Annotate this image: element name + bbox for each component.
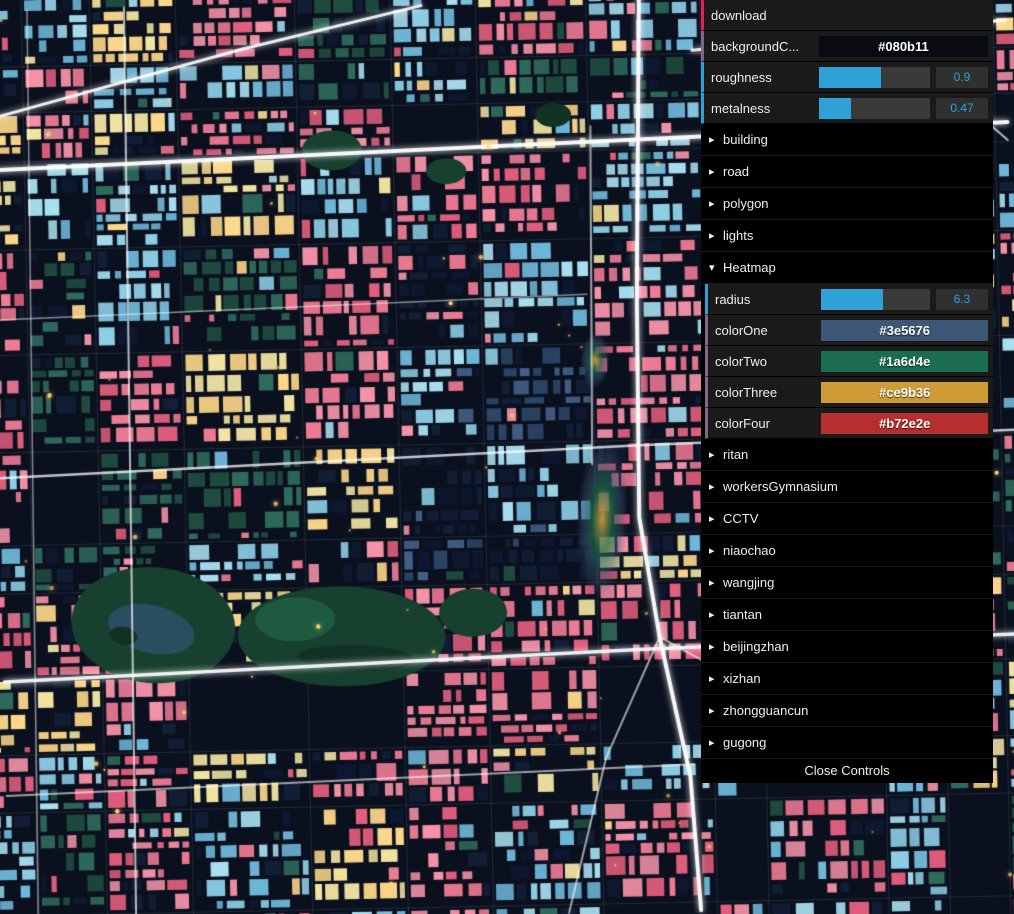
chevron-right-icon xyxy=(709,576,723,589)
color-hex-value: #ce9b36 xyxy=(879,384,931,400)
control-label: colorFour xyxy=(715,415,770,431)
control-label: roughness xyxy=(711,69,772,85)
chevron-right-icon xyxy=(709,165,723,178)
folder-label: lights xyxy=(723,228,754,243)
control-label: metalness xyxy=(711,100,771,116)
metalness-slider[interactable] xyxy=(818,97,930,119)
control-label: download xyxy=(711,7,767,23)
color-swatch[interactable]: #080b11 xyxy=(818,35,988,57)
slider-fill xyxy=(818,97,852,119)
folder-label: Heatmap xyxy=(723,260,776,275)
color-swatch[interactable]: #1a6d4e xyxy=(821,350,988,372)
roughness-slider[interactable] xyxy=(818,66,930,88)
dat-gui-panel: download backgroundC... #080b11 roughnes… xyxy=(701,0,993,783)
control-download[interactable]: download xyxy=(701,0,993,31)
folder-heatmap[interactable]: Heatmap xyxy=(701,252,993,284)
folder-tiantan[interactable]: tiantan xyxy=(701,599,993,631)
control-label: colorThree xyxy=(715,384,778,400)
color-swatch[interactable]: #3e5676 xyxy=(821,319,988,341)
folder-lights[interactable]: lights xyxy=(701,220,993,252)
folder-label: beijingzhan xyxy=(723,639,789,654)
control-label: radius xyxy=(715,291,751,307)
roughness-value-input[interactable] xyxy=(936,66,988,88)
chevron-right-icon xyxy=(709,512,723,525)
chevron-right-icon xyxy=(709,672,723,685)
folder-zhongguancun[interactable]: zhongguancun xyxy=(701,695,993,727)
folder-label: zhongguancun xyxy=(723,703,809,718)
folder-niaochao[interactable]: niaochao xyxy=(701,535,993,567)
control-color-four: colorFour #b72e2e xyxy=(705,408,993,439)
control-background-color: backgroundC... #080b11 xyxy=(701,31,993,62)
folder-label: niaochao xyxy=(723,543,776,558)
folder-workers-gymnasium[interactable]: workersGymnasium xyxy=(701,471,993,503)
control-metalness: metalness xyxy=(701,93,993,124)
chevron-down-icon xyxy=(709,261,723,274)
chevron-right-icon xyxy=(709,704,723,717)
chevron-right-icon xyxy=(709,544,723,557)
chevron-right-icon xyxy=(709,640,723,653)
slider-fill xyxy=(818,66,882,88)
chevron-right-icon xyxy=(709,736,723,749)
radius-value-input[interactable] xyxy=(936,288,988,310)
control-color-three: colorThree #ce9b36 xyxy=(705,377,993,408)
folder-cctv[interactable]: CCTV xyxy=(701,503,993,535)
app-stage: download backgroundC... #080b11 roughnes… xyxy=(0,0,1014,914)
folder-gugong[interactable]: gugong xyxy=(701,727,993,759)
control-label: colorOne xyxy=(715,322,768,338)
control-radius: radius xyxy=(705,284,993,315)
folder-label: building xyxy=(723,132,768,147)
folder-xizhan[interactable]: xizhan xyxy=(701,663,993,695)
folder-label: tiantan xyxy=(723,607,763,622)
control-roughness: roughness xyxy=(701,62,993,93)
chevron-right-icon xyxy=(709,608,723,621)
control-label: colorTwo xyxy=(715,353,768,369)
radius-slider[interactable] xyxy=(821,288,930,310)
control-color-two: colorTwo #1a6d4e xyxy=(705,346,993,377)
folder-label: gugong xyxy=(723,735,767,750)
color-swatch[interactable]: #ce9b36 xyxy=(821,381,988,403)
folder-label: wangjing xyxy=(723,575,775,590)
folder-label: xizhan xyxy=(723,671,761,686)
folder-label: ritan xyxy=(723,447,749,462)
chevron-right-icon xyxy=(709,197,723,210)
folder-label: polygon xyxy=(723,196,769,211)
folder-label: CCTV xyxy=(723,511,759,526)
folder-road[interactable]: road xyxy=(701,156,993,188)
folder-building[interactable]: building xyxy=(701,124,993,156)
folder-ritan[interactable]: ritan xyxy=(701,439,993,471)
color-hex-value: #1a6d4e xyxy=(879,353,931,369)
chevron-right-icon xyxy=(709,448,723,461)
control-color-one: colorOne #3e5676 xyxy=(705,315,993,346)
folder-wangjing[interactable]: wangjing xyxy=(701,567,993,599)
control-label: backgroundC... xyxy=(711,38,800,54)
slider-fill xyxy=(821,288,884,310)
folder-polygon[interactable]: polygon xyxy=(701,188,993,220)
metalness-value-input[interactable] xyxy=(936,97,988,119)
chevron-right-icon xyxy=(709,133,723,146)
chevron-right-icon xyxy=(709,229,723,242)
color-hex-value: #080b11 xyxy=(878,38,929,54)
chevron-right-icon xyxy=(709,480,723,493)
folder-label: workersGymnasium xyxy=(723,479,838,494)
color-swatch[interactable]: #b72e2e xyxy=(821,412,988,434)
color-hex-value: #b72e2e xyxy=(879,415,931,431)
heatmap-folder-children: radius colorOne #3e5676 colorTwo xyxy=(701,284,993,439)
folder-beijingzhan[interactable]: beijingzhan xyxy=(701,631,993,663)
color-hex-value: #3e5676 xyxy=(879,322,930,338)
close-controls-button[interactable]: Close Controls xyxy=(701,759,993,783)
folder-label: road xyxy=(723,164,750,179)
